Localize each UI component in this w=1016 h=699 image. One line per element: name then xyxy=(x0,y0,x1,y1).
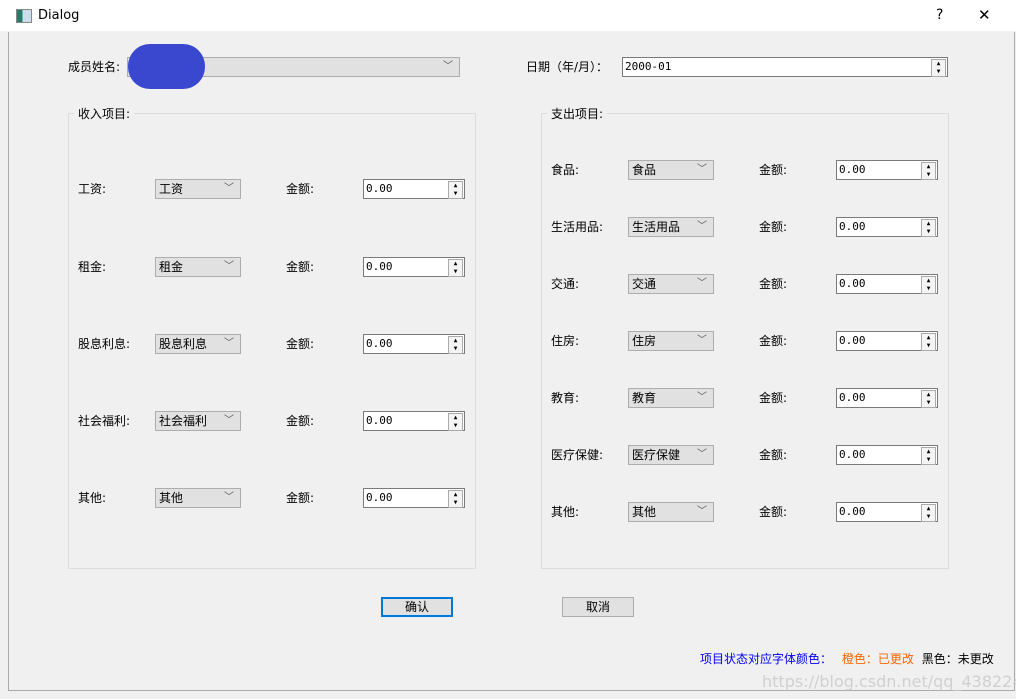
chevron-down-icon: ﹀ xyxy=(697,335,707,346)
chevron-down-icon: ﹀ xyxy=(224,415,234,426)
expense-amount-spinbox[interactable]: 0.00 ▲ ▼ xyxy=(836,160,938,180)
chevron-down-icon: ﹀ xyxy=(697,392,707,403)
income-amount-spinbox[interactable]: 0.00 ▲ ▼ xyxy=(363,179,465,199)
title-bar: Dialog ? ✕ xyxy=(0,0,1016,32)
legend-prefix: 项目状态对应字体颜色： xyxy=(700,652,833,666)
spin-arrows-icon[interactable]: ▲ ▼ xyxy=(921,219,936,237)
income-amount-spinbox[interactable]: 0.00 ▲ ▼ xyxy=(363,334,465,354)
confirm-button[interactable]: 确认 xyxy=(381,597,453,617)
expense-category-combo[interactable]: 教育 ﹀ xyxy=(628,388,714,408)
income-amount-label: 金额: xyxy=(286,260,315,274)
income-row-label: 社会福利: xyxy=(78,414,131,428)
expense-row-label: 其他: xyxy=(551,505,580,519)
expense-row-label: 交通: xyxy=(551,277,580,291)
income-category-combo[interactable]: 社会福利 ﹀ xyxy=(155,411,241,431)
income-category-combo[interactable]: 租金 ﹀ xyxy=(155,257,241,277)
income-amount-spinbox[interactable]: 0.00 ▲ ▼ xyxy=(363,488,465,508)
expense-category-combo[interactable]: 生活用品 ﹀ xyxy=(628,217,714,237)
spin-arrows-icon[interactable]: ▲ ▼ xyxy=(448,490,463,508)
watermark: https://blog.csdn.net/qq_43822412 xyxy=(762,672,1016,691)
spin-arrows-icon[interactable]: ▲ ▼ xyxy=(921,276,936,294)
member-label: 成员姓名: xyxy=(68,60,121,74)
spin-arrows-icon[interactable]: ▲ ▼ xyxy=(448,259,463,277)
spin-arrows-icon[interactable]: ▲ ▼ xyxy=(921,333,936,351)
expense-group-title: 支出项目: xyxy=(547,105,608,122)
expense-amount-label: 金额: xyxy=(759,334,788,348)
chevron-down-icon: ﹀ xyxy=(697,164,707,175)
income-category-combo[interactable]: 工资 ﹀ xyxy=(155,179,241,199)
spin-arrows-icon[interactable]: ▲ ▼ xyxy=(931,59,946,77)
spin-arrows-icon[interactable]: ▲ ▼ xyxy=(921,390,936,408)
app-icon xyxy=(16,9,32,23)
expense-amount-label: 金额: xyxy=(759,391,788,405)
expense-row-label: 食品: xyxy=(551,163,580,177)
chevron-down-icon: ﹀ xyxy=(224,261,234,272)
expense-row-label: 医疗保健: xyxy=(551,448,604,462)
expense-amount-label: 金额: xyxy=(759,448,788,462)
income-amount-spinbox[interactable]: 0.00 ▲ ▼ xyxy=(363,257,465,277)
income-amount-spinbox[interactable]: 0.00 ▲ ▼ xyxy=(363,411,465,431)
expense-category-combo[interactable]: 医疗保健 ﹀ xyxy=(628,445,714,465)
spin-arrows-icon[interactable]: ▲ ▼ xyxy=(921,162,936,180)
status-legend: 项目状态对应字体颜色： 橙色：已更改 黑色：未更改 xyxy=(700,650,994,667)
legend-unchanged: 黑色：未更改 xyxy=(921,652,994,666)
chevron-down-icon: ﹀ xyxy=(224,338,234,349)
chevron-down-icon: ﹀ xyxy=(443,61,453,72)
spin-arrows-icon[interactable]: ▲ ▼ xyxy=(921,504,936,522)
expense-amount-label: 金额: xyxy=(759,220,788,234)
chevron-down-icon: ﹀ xyxy=(224,492,234,503)
expense-row-label: 住房: xyxy=(551,334,580,348)
expense-amount-spinbox[interactable]: 0.00 ▲ ▼ xyxy=(836,388,938,408)
income-amount-label: 金额: xyxy=(286,182,315,196)
income-amount-label: 金额: xyxy=(286,491,315,505)
expense-amount-spinbox[interactable]: 0.00 ▲ ▼ xyxy=(836,445,938,465)
expense-amount-label: 金额: xyxy=(759,505,788,519)
chevron-down-icon: ﹀ xyxy=(224,183,234,194)
income-amount-label: 金额: xyxy=(286,337,315,351)
expense-category-combo[interactable]: 交通 ﹀ xyxy=(628,274,714,294)
spin-arrows-icon[interactable]: ▲ ▼ xyxy=(448,181,463,199)
chevron-down-icon: ﹀ xyxy=(697,221,707,232)
income-row-label: 股息利息: xyxy=(78,337,131,351)
expense-category-combo[interactable]: 其他 ﹀ xyxy=(628,502,714,522)
chevron-down-icon: ﹀ xyxy=(697,506,707,517)
income-row-label: 其他: xyxy=(78,491,107,505)
expense-row-label: 教育: xyxy=(551,391,580,405)
date-label: 日期（年/月）： xyxy=(526,60,609,74)
spin-arrows-icon[interactable]: ▲ ▼ xyxy=(921,447,936,465)
chevron-down-icon: ﹀ xyxy=(697,278,707,289)
chevron-down-icon: ﹀ xyxy=(697,449,707,460)
expense-category-combo[interactable]: 住房 ﹀ xyxy=(628,331,714,351)
income-category-combo[interactable]: 股息利息 ﹀ xyxy=(155,334,241,354)
close-button[interactable]: ✕ xyxy=(978,6,991,24)
income-amount-label: 金额: xyxy=(286,414,315,428)
expense-category-combo[interactable]: 食品 ﹀ xyxy=(628,160,714,180)
help-button[interactable]: ? xyxy=(936,7,943,23)
redaction-blob xyxy=(128,44,205,89)
legend-changed: 橙色：已更改 xyxy=(841,652,914,666)
cancel-button[interactable]: 取消 xyxy=(562,597,634,617)
spin-arrows-icon[interactable]: ▲ ▼ xyxy=(448,336,463,354)
income-row-label: 工资: xyxy=(78,182,107,196)
expense-amount-spinbox[interactable]: 0.00 ▲ ▼ xyxy=(836,502,938,522)
date-spinbox[interactable]: 2000-01 ▲ ▼ xyxy=(622,57,948,77)
expense-amount-spinbox[interactable]: 0.00 ▲ ▼ xyxy=(836,331,938,351)
income-category-combo[interactable]: 其他 ﹀ xyxy=(155,488,241,508)
expense-amount-label: 金额: xyxy=(759,277,788,291)
expense-amount-spinbox[interactable]: 0.00 ▲ ▼ xyxy=(836,274,938,294)
window-title: Dialog xyxy=(38,8,80,23)
expense-amount-label: 金额: xyxy=(759,163,788,177)
expense-row-label: 生活用品: xyxy=(551,220,604,234)
income-row-label: 租金: xyxy=(78,260,107,274)
expense-amount-spinbox[interactable]: 0.00 ▲ ▼ xyxy=(836,217,938,237)
spin-arrows-icon[interactable]: ▲ ▼ xyxy=(448,413,463,431)
income-group-title: 收入项目: xyxy=(74,105,135,122)
